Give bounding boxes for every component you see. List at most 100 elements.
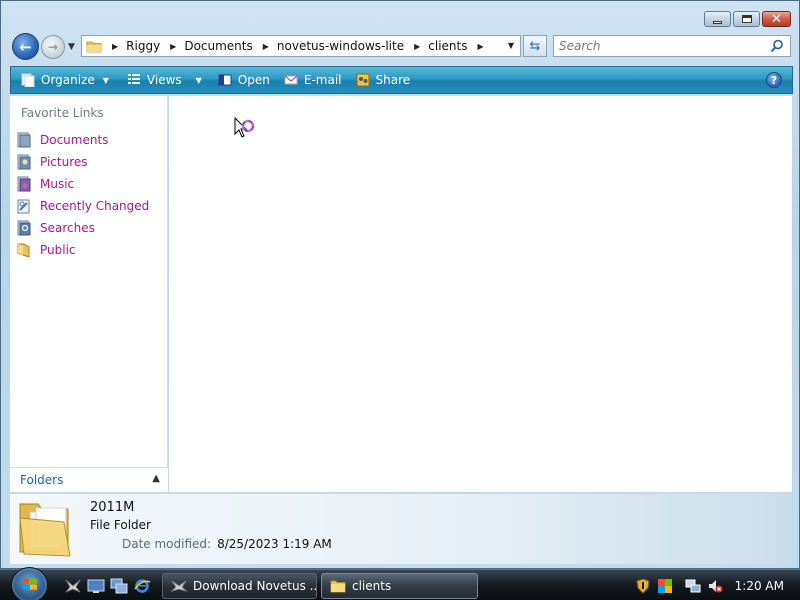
forward-button[interactable]: → bbox=[41, 35, 65, 59]
security-shield-icon[interactable] bbox=[635, 578, 651, 594]
forward-arrow-icon: → bbox=[47, 40, 59, 54]
busy-cursor-icon bbox=[234, 117, 255, 138]
show-desktop-icon[interactable] bbox=[87, 578, 105, 594]
documents-icon bbox=[16, 132, 32, 148]
close-button[interactable]: ✕ bbox=[762, 11, 791, 27]
minimize-icon bbox=[713, 20, 722, 24]
breadcrumb-clients[interactable]: clients bbox=[428, 39, 467, 53]
chevron-down-icon: ▼ bbox=[102, 75, 109, 85]
favorite-links-heading: Favorite Links bbox=[21, 106, 104, 120]
details-item-type: File Folder bbox=[90, 518, 151, 532]
refresh-icon: ⇆ bbox=[529, 38, 541, 54]
caption-buttons: ✕ bbox=[704, 11, 791, 27]
close-icon: ✕ bbox=[771, 11, 782, 27]
search-input[interactable] bbox=[559, 39, 759, 53]
refresh-button[interactable]: ⇆ bbox=[523, 35, 547, 57]
address-dropdown-icon[interactable]: ▼ bbox=[508, 41, 514, 50]
task-label: clients bbox=[352, 579, 392, 593]
system-clock[interactable]: 1:20 AM bbox=[735, 579, 784, 593]
share-button[interactable]: Share bbox=[356, 73, 411, 87]
internet-explorer-icon[interactable] bbox=[133, 578, 151, 594]
minimize-button[interactable] bbox=[704, 11, 731, 27]
recent-pages-dropdown[interactable]: ▼ bbox=[68, 42, 75, 52]
favorite-link-documents[interactable]: Documents bbox=[16, 129, 149, 151]
breadcrumb-riggy[interactable]: Riggy bbox=[126, 39, 160, 53]
favorite-link-label: Music bbox=[40, 177, 75, 191]
favorite-link-pictures[interactable]: Pictures bbox=[16, 151, 149, 173]
restore-icon bbox=[741, 15, 752, 23]
taskbar: Download Novetus ... clients 1:20 AM bbox=[0, 567, 800, 600]
explorer-window: ✕ ← → ▼ ▶ Riggy ▶ Documents ▶ novetus-wi… bbox=[0, 0, 800, 569]
email-icon bbox=[284, 73, 298, 87]
breadcrumb-separator-icon[interactable]: ▶ bbox=[477, 42, 483, 51]
back-button[interactable]: ← bbox=[12, 33, 39, 60]
taskbar-button-clients[interactable]: clients bbox=[321, 573, 478, 599]
views-button[interactable]: Views ▼ bbox=[127, 73, 202, 87]
help-button[interactable]: ? bbox=[766, 72, 782, 88]
help-icon: ? bbox=[770, 73, 778, 87]
favorite-links-list: Documents Pictures Music Recently Change… bbox=[16, 129, 149, 261]
breadcrumb-separator-icon[interactable]: ▶ bbox=[112, 42, 118, 51]
novetus-launcher-icon[interactable] bbox=[64, 578, 82, 594]
back-arrow-icon: ← bbox=[19, 37, 32, 56]
favorite-link-label: Public bbox=[40, 243, 76, 257]
email-button[interactable]: E-mail bbox=[284, 73, 342, 87]
favorite-link-label: Searches bbox=[40, 221, 95, 235]
recently-changed-icon bbox=[16, 198, 32, 214]
open-label: Open bbox=[237, 73, 270, 87]
windows-defender-icon[interactable] bbox=[657, 578, 673, 594]
folder-icon bbox=[330, 579, 346, 593]
notification-area: 1:20 AM bbox=[635, 573, 800, 599]
favorite-link-label: Pictures bbox=[40, 155, 88, 169]
search-icon[interactable] bbox=[770, 39, 784, 53]
folders-label: Folders bbox=[20, 473, 64, 487]
large-folder-icon bbox=[19, 503, 71, 557]
volume-muted-icon[interactable] bbox=[707, 578, 723, 594]
breadcrumb-documents[interactable]: Documents bbox=[184, 39, 252, 53]
taskbar-button-download-novetus[interactable]: Download Novetus ... bbox=[162, 573, 317, 599]
folders-toggle[interactable]: Folders ▲ bbox=[10, 467, 168, 492]
favorite-link-label: Documents bbox=[40, 133, 109, 147]
favorite-link-searches[interactable]: Searches bbox=[16, 217, 149, 239]
switch-windows-icon[interactable] bbox=[110, 578, 128, 594]
favorite-link-music[interactable]: Music bbox=[16, 173, 149, 195]
share-icon bbox=[356, 73, 370, 87]
open-button[interactable]: Open bbox=[218, 73, 270, 87]
breadcrumb-separator-icon[interactable]: ▶ bbox=[414, 42, 420, 51]
email-label: E-mail bbox=[303, 73, 342, 87]
favorite-link-public[interactable]: Public bbox=[16, 239, 149, 261]
favorite-link-label: Recently Changed bbox=[40, 199, 150, 213]
folder-icon bbox=[86, 40, 102, 53]
favorite-link-recently-changed[interactable]: Recently Changed bbox=[16, 195, 149, 217]
open-window-icon bbox=[218, 73, 232, 87]
windows-logo-icon bbox=[23, 578, 37, 590]
organize-label: Organize bbox=[41, 73, 95, 87]
breadcrumb-separator-icon[interactable]: ▶ bbox=[263, 42, 269, 51]
start-button[interactable] bbox=[11, 567, 48, 600]
searches-icon bbox=[16, 220, 32, 236]
details-item-name: 2011M bbox=[90, 500, 135, 515]
organize-icon bbox=[21, 73, 35, 88]
views-icon bbox=[127, 73, 141, 87]
network-icon[interactable] bbox=[685, 578, 701, 594]
details-date-modified: Date modified: 8/25/2023 1:19 AM bbox=[122, 537, 332, 551]
file-list-area[interactable] bbox=[169, 96, 792, 492]
maximize-button[interactable] bbox=[733, 11, 760, 27]
organize-button[interactable]: Organize ▼ bbox=[21, 73, 109, 88]
browser-window-icon bbox=[170, 579, 188, 593]
chevron-down-icon[interactable]: ▼ bbox=[196, 76, 202, 85]
breadcrumb-separator-icon[interactable]: ▶ bbox=[170, 42, 176, 51]
chevron-up-icon[interactable]: ▲ bbox=[152, 473, 160, 484]
navigation-pane: Favorite Links Documents Pictures Music bbox=[10, 96, 168, 492]
task-label: Download Novetus ... bbox=[193, 579, 317, 593]
address-bar[interactable]: ▶ Riggy ▶ Documents ▶ novetus-windows-li… bbox=[81, 35, 521, 57]
music-icon bbox=[16, 176, 32, 192]
date-modified-label: Date modified: bbox=[122, 537, 212, 551]
public-folder-icon bbox=[16, 242, 32, 258]
details-pane: 2011M File Folder Date modified: 8/25/20… bbox=[10, 494, 792, 564]
command-bar: Organize ▼ Views ▼ Open E-mail Share ? bbox=[10, 66, 793, 94]
search-box[interactable] bbox=[553, 35, 791, 57]
share-label: Share bbox=[375, 73, 411, 87]
date-modified-value: 8/25/2023 1:19 AM bbox=[217, 537, 332, 551]
breadcrumb-novetus-windows-lite[interactable]: novetus-windows-lite bbox=[277, 39, 404, 53]
